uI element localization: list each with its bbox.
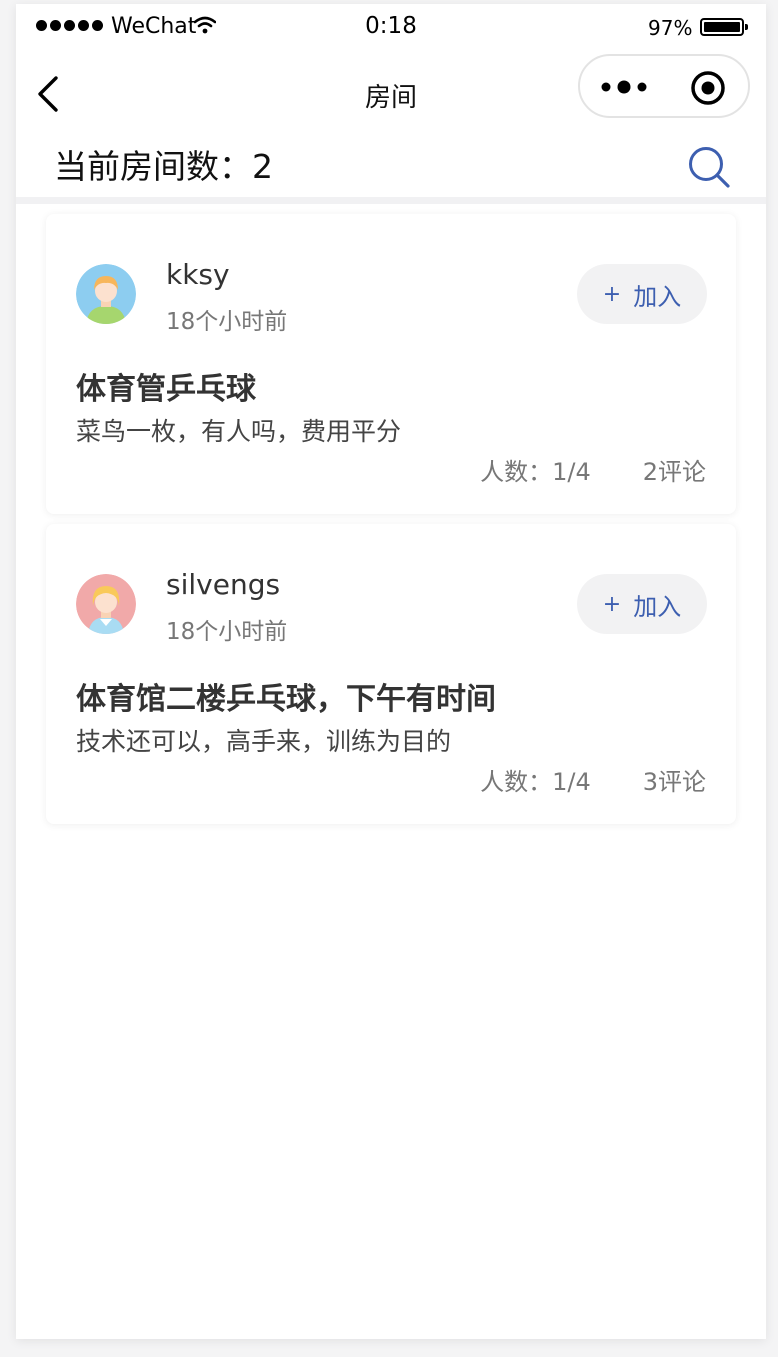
battery-icon xyxy=(700,18,748,36)
battery-percent: 97% xyxy=(648,16,693,40)
target-icon[interactable] xyxy=(690,70,726,106)
menu-capsule xyxy=(578,54,750,118)
room-meta: 人数：1/4 3评论 xyxy=(480,762,706,797)
nav-bar: 房间 xyxy=(16,50,766,134)
room-title: 体育管乒乓球 xyxy=(76,372,256,407)
avatar-boy-icon xyxy=(76,264,136,324)
avatar-girl-icon xyxy=(76,574,136,634)
comment-count[interactable]: 3评论 xyxy=(643,762,706,797)
plus-icon: + xyxy=(602,591,622,617)
room-description: 技术还可以，高手来，训练为目的 xyxy=(76,727,452,756)
join-label: 加入 xyxy=(633,592,682,621)
room-count: 当前房间数：2 xyxy=(54,147,273,186)
room-title: 体育馆二楼乒乓球，下午有时间 xyxy=(76,682,496,717)
people-count: 人数：1/4 xyxy=(480,768,591,796)
plus-icon: + xyxy=(602,281,622,307)
join-button[interactable]: + 加入 xyxy=(577,264,707,324)
room-description: 菜鸟一枚，有人吗，费用平分 xyxy=(76,417,402,446)
username: kksy xyxy=(166,258,230,291)
more-dots-icon[interactable] xyxy=(600,78,648,96)
room-card[interactable]: silvengs 18个小时前 + 加入 体育馆二楼乒乓球，下午有时间 技术还可… xyxy=(46,524,736,824)
divider xyxy=(16,197,766,204)
phone-screen: WeChat 0:18 97% 房间 当前房间数：2 kksy 18个小时前 +… xyxy=(16,4,766,1339)
join-button[interactable]: + 加入 xyxy=(577,574,707,634)
status-bar: WeChat 0:18 97% xyxy=(16,4,766,50)
join-label: 加入 xyxy=(633,282,682,311)
people-count: 人数：1/4 xyxy=(480,458,591,486)
room-card[interactable]: kksy 18个小时前 + 加入 体育管乒乓球 菜鸟一枚，有人吗，费用平分 人数… xyxy=(46,214,736,514)
comment-count[interactable]: 2评论 xyxy=(643,452,706,487)
room-count-row: 当前房间数：2 xyxy=(16,134,766,200)
room-meta: 人数：1/4 2评论 xyxy=(480,452,706,487)
post-time: 18个小时前 xyxy=(166,619,288,645)
post-time: 18个小时前 xyxy=(166,309,288,335)
username: silvengs xyxy=(166,568,281,601)
search-icon[interactable] xyxy=(686,144,732,190)
